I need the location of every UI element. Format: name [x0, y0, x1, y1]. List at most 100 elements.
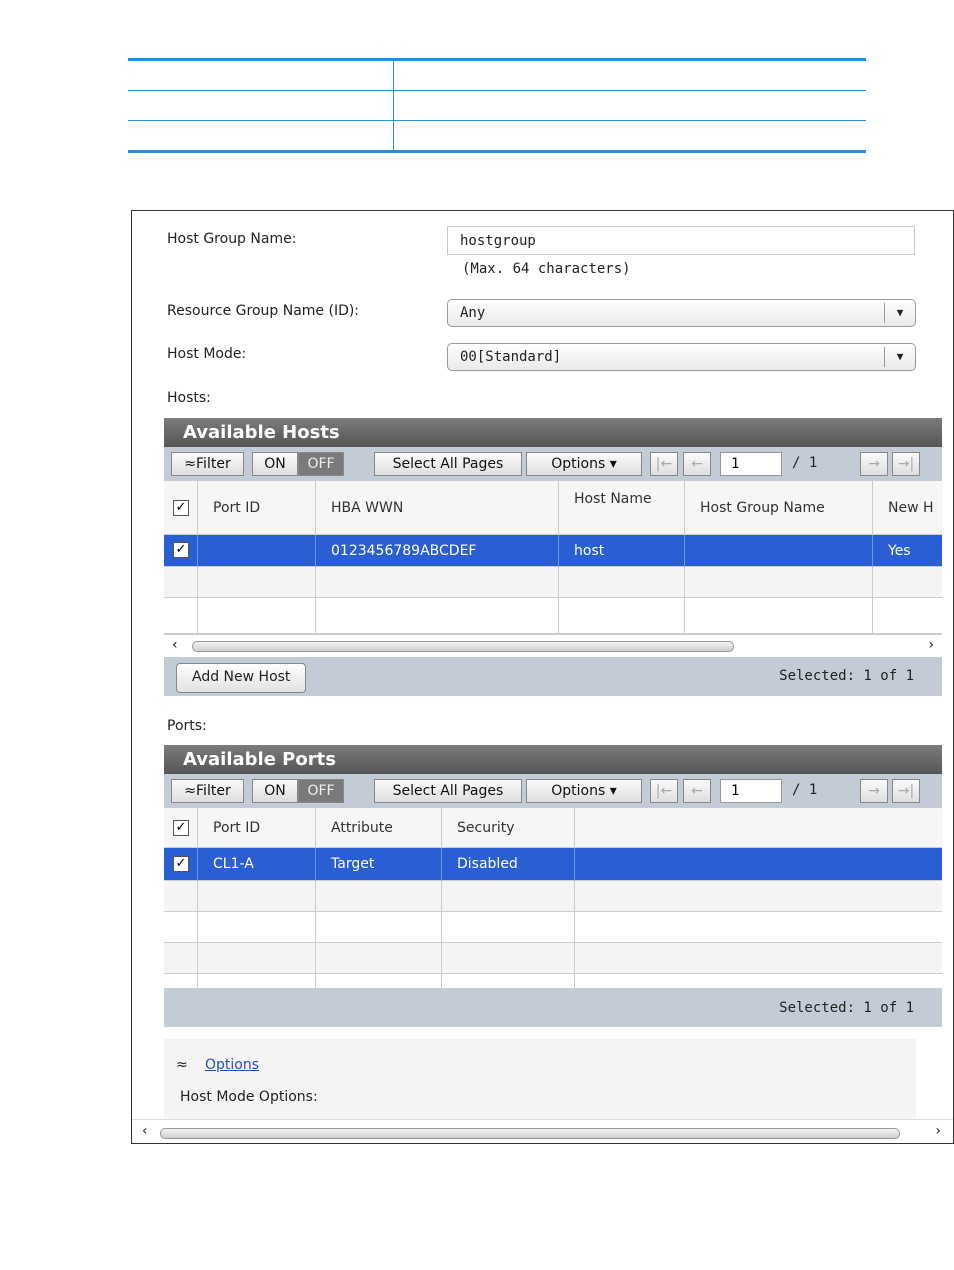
- prev-page-icon[interactable]: ←: [683, 779, 711, 803]
- last-page-icon[interactable]: →|: [892, 452, 920, 476]
- filter-off-toggle[interactable]: OFF: [298, 779, 344, 803]
- column-header-new-host[interactable]: New H: [873, 481, 942, 535]
- row-checkbox-cell: ✓: [164, 535, 198, 567]
- empty-cell: [575, 881, 942, 912]
- empty-cell: [685, 567, 873, 598]
- host-row-new-host[interactable]: Yes: [873, 535, 942, 567]
- available-hosts-panel: Available Hosts ≈Filter ON OFF Select Al…: [164, 418, 942, 696]
- page-number-input[interactable]: [720, 452, 782, 476]
- hosts-label: Hosts:: [167, 390, 211, 406]
- host-group-name-input[interactable]: [447, 226, 915, 255]
- scroll-thumb[interactable]: [192, 641, 734, 652]
- empty-cell: [559, 598, 685, 634]
- empty-cell: [164, 974, 198, 989]
- column-header-host-name[interactable]: Host Name: [559, 481, 685, 535]
- first-page-icon[interactable]: |←: [650, 779, 678, 803]
- empty-cell: [164, 912, 198, 943]
- scroll-left-icon[interactable]: ‹: [172, 637, 178, 653]
- port-row-port-id[interactable]: CL1-A: [198, 848, 316, 881]
- scroll-thumb[interactable]: [160, 1128, 900, 1139]
- filter-on-toggle[interactable]: ON: [252, 779, 298, 803]
- resource-group-select[interactable]: Any ▼: [447, 299, 916, 327]
- host-row-hba-wwn[interactable]: 0123456789ABCDEF: [316, 535, 559, 567]
- select-all-pages-button[interactable]: Select All Pages: [374, 779, 522, 803]
- ports-footer: Selected: 1 of 1: [164, 989, 942, 1027]
- empty-cell: [575, 943, 942, 974]
- empty-cell: [198, 912, 316, 943]
- hosts-footer: Add New Host Selected: 1 of 1: [164, 657, 942, 696]
- empty-cell: [575, 974, 942, 989]
- port-row-attribute[interactable]: Target: [316, 848, 442, 881]
- row-checkbox[interactable]: ✓: [173, 542, 189, 558]
- next-page-icon[interactable]: →: [860, 452, 888, 476]
- page-number-input[interactable]: [720, 779, 782, 803]
- last-page-icon[interactable]: →|: [892, 779, 920, 803]
- available-hosts-title: Available Hosts: [164, 418, 942, 447]
- table-cell: [128, 90, 394, 121]
- empty-cell: [316, 974, 442, 989]
- host-row-port-id[interactable]: [198, 535, 316, 567]
- port-row-empty[interactable]: [575, 848, 942, 881]
- table-cell: [393, 90, 866, 121]
- filter-button[interactable]: ≈Filter: [171, 452, 244, 476]
- hosts-toolbar: ≈Filter ON OFF Select All Pages Options …: [164, 447, 942, 481]
- empty-cell: [316, 943, 442, 974]
- column-header-attribute[interactable]: Attribute: [316, 808, 442, 848]
- options-dropdown[interactable]: Options ▾: [526, 452, 642, 476]
- table-cell: [128, 58, 394, 91]
- host-mode-value: 00[Standard]: [460, 349, 562, 365]
- hosts-grid: ✓ Port ID HBA WWN Host Name Host Group N…: [164, 481, 942, 634]
- select-all-checkbox[interactable]: ✓: [173, 820, 189, 836]
- host-row-host-group-name[interactable]: [685, 535, 873, 567]
- add-new-host-button[interactable]: Add New Host: [176, 663, 307, 693]
- column-header-port-id[interactable]: Port ID: [198, 481, 316, 535]
- select-all-checkbox-cell: ✓: [164, 808, 198, 848]
- ports-selected-count: Selected: 1 of 1: [779, 1000, 914, 1016]
- column-header-port-id[interactable]: Port ID: [198, 808, 316, 848]
- host-row-host-name[interactable]: host: [559, 535, 685, 567]
- empty-cell: [198, 974, 316, 989]
- host-mode-options-label: Host Mode Options:: [180, 1089, 318, 1105]
- prev-page-icon[interactable]: ←: [683, 452, 711, 476]
- column-header-security[interactable]: Security: [442, 808, 575, 848]
- window-horizontal-scrollbar[interactable]: ‹ ›: [132, 1119, 953, 1143]
- filter-button[interactable]: ≈Filter: [171, 779, 244, 803]
- hosts-selected-count: Selected: 1 of 1: [779, 668, 914, 684]
- table-cell: [393, 120, 866, 153]
- select-all-checkbox-cell: ✓: [164, 481, 198, 535]
- empty-cell: [164, 881, 198, 912]
- empty-cell: [164, 598, 198, 634]
- ports-label: Ports:: [167, 718, 207, 734]
- filter-off-toggle[interactable]: OFF: [298, 452, 344, 476]
- empty-cell: [575, 912, 942, 943]
- select-all-checkbox[interactable]: ✓: [173, 500, 189, 516]
- empty-cell: [316, 598, 559, 634]
- empty-cell: [198, 881, 316, 912]
- chevron-down-icon[interactable]: ▼: [884, 347, 915, 367]
- column-header-hba-wwn[interactable]: HBA WWN: [316, 481, 559, 535]
- empty-cell: [442, 943, 575, 974]
- hosts-horizontal-scrollbar[interactable]: ‹ ›: [164, 634, 942, 657]
- table-cell: [128, 120, 394, 153]
- scroll-right-icon[interactable]: ›: [935, 1123, 941, 1139]
- empty-cell: [442, 974, 575, 989]
- host-mode-select[interactable]: 00[Standard] ▼: [447, 343, 916, 371]
- filter-on-toggle[interactable]: ON: [252, 452, 298, 476]
- collapse-up-icon[interactable]: ≈: [176, 1057, 188, 1073]
- options-link[interactable]: Options: [205, 1057, 259, 1073]
- resource-group-value: Any: [460, 305, 486, 321]
- chevron-down-icon[interactable]: ▼: [884, 303, 915, 323]
- select-all-pages-button[interactable]: Select All Pages: [374, 452, 522, 476]
- scroll-right-icon[interactable]: ›: [928, 637, 934, 653]
- scroll-left-icon[interactable]: ‹: [142, 1123, 148, 1139]
- resource-group-label: Resource Group Name (ID):: [167, 303, 360, 319]
- column-header-host-group-name[interactable]: Host Group Name: [685, 481, 873, 535]
- first-page-icon[interactable]: |←: [650, 452, 678, 476]
- host-group-name-hint: (Max. 64 characters): [462, 261, 631, 277]
- port-row-security[interactable]: Disabled: [442, 848, 575, 881]
- next-page-icon[interactable]: →: [860, 779, 888, 803]
- host-group-name-label: Host Group Name:: [167, 231, 297, 247]
- options-dropdown[interactable]: Options ▾: [526, 779, 642, 803]
- empty-cell: [316, 912, 442, 943]
- row-checkbox[interactable]: ✓: [173, 856, 189, 872]
